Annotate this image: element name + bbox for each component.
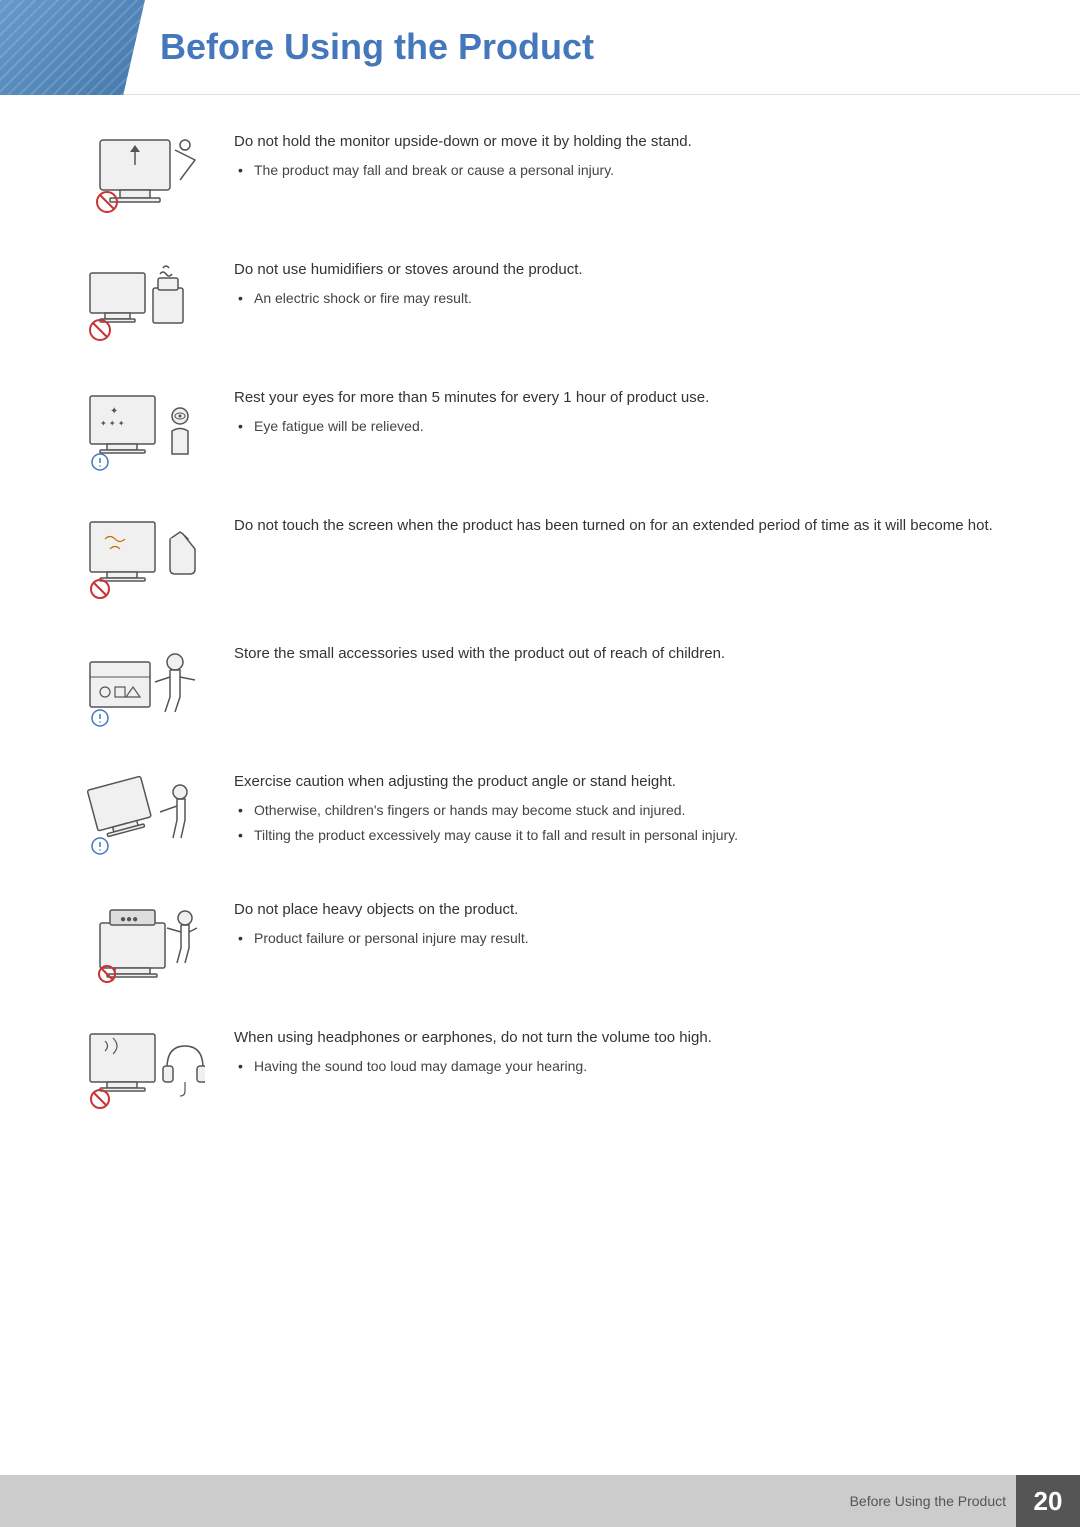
safety-item-2: Do not use humidifiers or stoves around … <box>80 253 1000 353</box>
main-text-4: Do not touch the screen when the product… <box>234 515 1000 538</box>
safety-item-3: ✦ ✦ ✦ ✦ Rest your eyes for more than 5 m… <box>80 381 1000 481</box>
header-blue-accent <box>0 0 145 95</box>
bullet-item: The product may fall and break or cause … <box>234 160 1000 181</box>
text-box-3: Rest your eyes for more than 5 minutes f… <box>234 381 1000 441</box>
bullet-item-8-1: Having the sound too loud may damage you… <box>234 1056 1000 1077</box>
icon-eye-rest: ✦ ✦ ✦ ✦ <box>80 381 210 481</box>
icon-heavy-objects: ●●● <box>80 893 210 993</box>
bullet-list-1: The product may fall and break or cause … <box>234 160 1000 181</box>
icon-monitor-upside-down <box>80 125 210 225</box>
page-header: Before Using the Product <box>0 0 1080 95</box>
safety-item-6: Exercise caution when adjusting the prod… <box>80 765 1000 865</box>
svg-text:✦: ✦ <box>110 406 118 417</box>
bullet-list-6: Otherwise, children's fingers or hands m… <box>234 800 1000 846</box>
safety-item-8: When using headphones or earphones, do n… <box>80 1021 1000 1121</box>
icon-hot-screen <box>80 509 210 609</box>
bullet-item: An electric shock or fire may result. <box>234 288 1000 309</box>
icon-angle-adjust <box>80 765 210 865</box>
icon-headphones <box>80 1021 210 1121</box>
header-diagonal-pattern <box>0 0 145 95</box>
text-box-6: Exercise caution when adjusting the prod… <box>234 765 1000 850</box>
page-title: Before Using the Product <box>160 26 594 68</box>
main-content: Do not hold the monitor upside-down or m… <box>0 95 1080 1229</box>
page-footer: Before Using the Product 20 <box>0 1475 1080 1527</box>
svg-text:●●●: ●●● <box>120 914 138 925</box>
main-text-5: Store the small accessories used with th… <box>234 643 1000 666</box>
text-box-2: Do not use humidifiers or stoves around … <box>234 253 1000 313</box>
svg-text:✦ ✦ ✦: ✦ ✦ ✦ <box>100 419 125 428</box>
bullet-item-7-1: Product failure or personal injure may r… <box>234 928 1000 949</box>
bullet-list-7: Product failure or personal injure may r… <box>234 928 1000 949</box>
text-box-5: Store the small accessories used with th… <box>234 637 1000 672</box>
text-box-4: Do not touch the screen when the product… <box>234 509 1000 544</box>
main-text-1: Do not hold the monitor upside-down or m… <box>234 131 1000 154</box>
bullet-list-8: Having the sound too loud may damage you… <box>234 1056 1000 1077</box>
safety-item-5: Store the small accessories used with th… <box>80 637 1000 737</box>
bullet-list-2: An electric shock or fire may result. <box>234 288 1000 309</box>
bullet-item: Eye fatigue will be relieved. <box>234 416 1000 437</box>
icon-humidifier <box>80 253 210 353</box>
main-text-2: Do not use humidifiers or stoves around … <box>234 259 1000 282</box>
main-text-3: Rest your eyes for more than 5 minutes f… <box>234 387 1000 410</box>
main-text-6: Exercise caution when adjusting the prod… <box>234 771 1000 794</box>
safety-item-4: Do not touch the screen when the product… <box>80 509 1000 609</box>
text-box-7: Do not place heavy objects on the produc… <box>234 893 1000 953</box>
text-box-8: When using headphones or earphones, do n… <box>234 1021 1000 1081</box>
safety-item-7: ●●● Do not place heavy objects on the pr… <box>80 893 1000 993</box>
bullet-item-6-2: Tilting the product excessively may caus… <box>234 825 1000 846</box>
bullet-list-3: Eye fatigue will be relieved. <box>234 416 1000 437</box>
footer-text: Before Using the Product <box>850 1493 1016 1509</box>
bullet-item-6-1: Otherwise, children's fingers or hands m… <box>234 800 1000 821</box>
icon-small-accessories <box>80 637 210 737</box>
safety-item-1: Do not hold the monitor upside-down or m… <box>80 125 1000 225</box>
page-number: 20 <box>1016 1475 1080 1527</box>
text-box-1: Do not hold the monitor upside-down or m… <box>234 125 1000 185</box>
main-text-8: When using headphones or earphones, do n… <box>234 1027 1000 1050</box>
main-text-7: Do not place heavy objects on the produc… <box>234 899 1000 922</box>
